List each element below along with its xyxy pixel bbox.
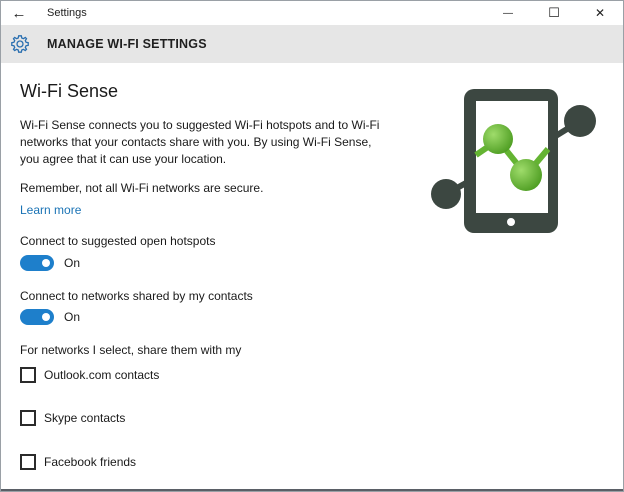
window-title: Settings bbox=[47, 7, 87, 19]
contacts-networks-toggle[interactable] bbox=[20, 309, 54, 325]
checkbox-label: Facebook friends bbox=[44, 455, 137, 469]
open-hotspots-toggle[interactable] bbox=[20, 255, 54, 271]
close-icon: ✕ bbox=[594, 6, 606, 20]
back-arrow-icon: ← bbox=[11, 4, 27, 22]
learn-more-link[interactable]: Learn more bbox=[20, 203, 81, 217]
toggle-label-contacts-networks: Connect to networks shared by my contact… bbox=[20, 289, 253, 303]
checkbox-row-outlook: Outlook.com contacts bbox=[20, 367, 159, 383]
maximize-button[interactable]: ☐ bbox=[531, 1, 577, 25]
checkbox-row-skype: Skype contacts bbox=[20, 410, 125, 426]
checkbox-label: Outlook.com contacts bbox=[44, 368, 160, 382]
toggle-knob bbox=[42, 259, 50, 267]
close-button[interactable]: ✕ bbox=[577, 1, 623, 25]
title-bar: ← Settings — ☐ ✕ bbox=[1, 1, 623, 25]
share-heading: For networks I select, share them with m… bbox=[20, 343, 242, 357]
page-title: Wi-Fi Sense bbox=[20, 81, 119, 101]
minimize-button[interactable]: — bbox=[485, 1, 531, 25]
toggle-row-contacts-networks: On bbox=[20, 309, 80, 325]
minimize-icon: — bbox=[503, 7, 513, 19]
bottom-border bbox=[1, 489, 623, 491]
settings-header: MANAGE WI-FI SETTINGS bbox=[1, 25, 623, 63]
outlook-contacts-checkbox[interactable] bbox=[20, 367, 36, 383]
skype-contacts-checkbox[interactable] bbox=[20, 410, 36, 426]
toggle-label-open-hotspots: Connect to suggested open hotspots bbox=[20, 234, 216, 248]
window-controls: — ☐ ✕ bbox=[485, 1, 623, 25]
phone-network-icon bbox=[428, 87, 604, 237]
toggle-state-label: On bbox=[64, 256, 81, 270]
checkbox-row-facebook: Facebook friends bbox=[20, 454, 136, 470]
toggle-state-label: On bbox=[64, 310, 81, 324]
maximize-icon: ☐ bbox=[548, 5, 560, 20]
gear-icon bbox=[10, 34, 30, 54]
facebook-friends-checkbox[interactable] bbox=[20, 454, 36, 470]
back-button[interactable]: ← bbox=[1, 1, 37, 25]
header-title: MANAGE WI-FI SETTINGS bbox=[47, 37, 207, 51]
checkbox-label: Skype contacts bbox=[44, 411, 126, 425]
toggle-row-open-hotspots: On bbox=[20, 255, 80, 271]
description-text: Wi-Fi Sense connects you to suggested Wi… bbox=[20, 118, 380, 166]
security-note: Remember, not all Wi-Fi networks are sec… bbox=[20, 181, 264, 195]
toggle-knob bbox=[42, 313, 50, 321]
